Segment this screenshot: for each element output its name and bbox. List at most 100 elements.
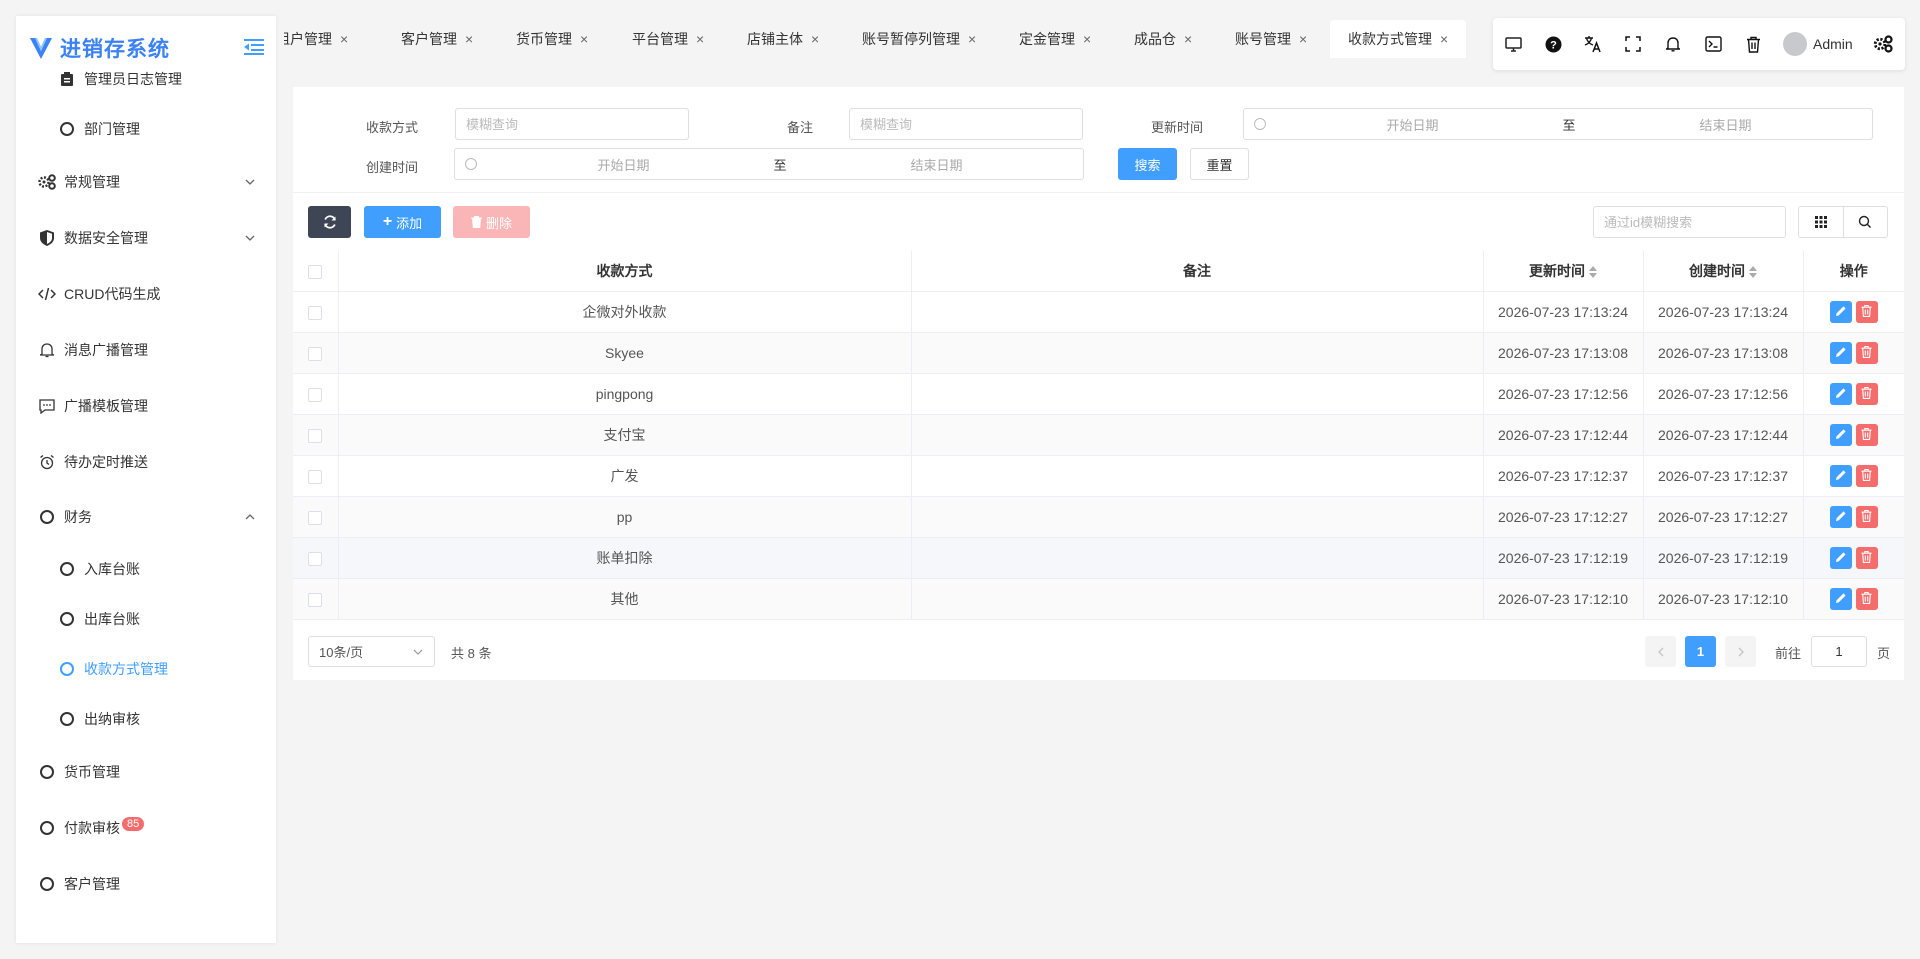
sidebar-item-payment-review[interactable]: 付款审核 85 — [16, 810, 276, 846]
settings-gears-icon[interactable] — [1873, 34, 1893, 54]
row-checkbox[interactable] — [293, 332, 339, 374]
columns-grid-icon[interactable] — [1799, 207, 1843, 237]
tab-tenant[interactable]: 租户管理 × — [284, 20, 348, 58]
sidebar-item-customer[interactable]: 客户管理 — [16, 866, 276, 902]
close-icon[interactable]: × — [580, 31, 588, 47]
close-icon[interactable]: × — [1184, 31, 1192, 47]
update-time-range[interactable]: 开始日期 至 结束日期 — [1243, 108, 1873, 140]
col-header-updated[interactable]: 更新时间 — [1483, 251, 1644, 292]
sidebar-item-inbound-ledger[interactable]: 入库台账 — [16, 551, 276, 587]
sidebar-item-todo-push[interactable]: 待办定时推送 — [16, 444, 276, 480]
id-search-box[interactable] — [1593, 206, 1786, 238]
edit-button[interactable] — [1829, 382, 1852, 405]
remark-field[interactable] — [860, 116, 1082, 132]
edit-button[interactable] — [1829, 423, 1852, 446]
add-button[interactable]: + 添加 — [364, 206, 441, 238]
monitor-icon[interactable] — [1503, 34, 1523, 54]
row-checkbox[interactable] — [293, 578, 339, 620]
row-checkbox[interactable] — [293, 455, 339, 497]
close-icon[interactable]: × — [1440, 31, 1448, 47]
sidebar-item-payment-method[interactable]: 收款方式管理 — [16, 651, 276, 687]
sidebar-item-finance[interactable]: 财务 — [16, 499, 276, 535]
sort-icon[interactable] — [1749, 266, 1757, 279]
sidebar-item-data-security[interactable]: 数据安全管理 — [16, 220, 276, 256]
edit-button[interactable] — [1829, 587, 1852, 610]
sidebar-item-general[interactable]: 常规管理 — [16, 164, 276, 200]
row-checkbox[interactable] — [293, 496, 339, 538]
sidebar-item-admin-log[interactable]: 管理员日志管理 — [16, 61, 276, 97]
sidebar-item-outbound-ledger[interactable]: 出库台账 — [16, 601, 276, 637]
delete-row-button[interactable] — [1855, 300, 1878, 323]
close-icon[interactable]: × — [1299, 31, 1307, 47]
search-button[interactable]: 搜索 — [1118, 148, 1177, 180]
goto-page-input[interactable]: 1 — [1811, 636, 1867, 667]
row-checkbox[interactable] — [293, 291, 339, 333]
tab-deposit[interactable]: 定金管理 × — [1019, 20, 1091, 58]
row-checkbox[interactable] — [293, 537, 339, 579]
sort-icon[interactable] — [1589, 266, 1597, 279]
delete-button[interactable]: 删除 — [453, 206, 530, 238]
delete-row-button[interactable] — [1855, 382, 1878, 405]
col-header-created[interactable]: 创建时间 — [1643, 251, 1804, 292]
delete-row-button[interactable] — [1855, 587, 1878, 610]
collapse-menu-icon[interactable] — [244, 38, 264, 56]
sidebar-item-broadcast[interactable]: 消息广播管理 — [16, 332, 276, 368]
close-icon[interactable]: × — [340, 31, 348, 47]
help-icon[interactable]: ? — [1543, 34, 1563, 54]
edit-button[interactable] — [1829, 464, 1852, 487]
close-icon[interactable]: × — [811, 31, 819, 47]
delete-row-button[interactable] — [1855, 505, 1878, 528]
end-date[interactable]: 结束日期 — [790, 155, 1083, 174]
prev-page-button[interactable] — [1645, 636, 1676, 667]
tab-finished-warehouse[interactable]: 成品仓 × — [1134, 20, 1192, 58]
tab-currency[interactable]: 货币管理 × — [516, 20, 588, 58]
chevron-left-icon — [1657, 647, 1663, 656]
trash-icon[interactable] — [1743, 34, 1763, 54]
start-date[interactable]: 开始日期 — [477, 155, 770, 174]
delete-row-button[interactable] — [1855, 341, 1878, 364]
delete-row-button[interactable] — [1855, 546, 1878, 569]
edit-button[interactable] — [1829, 300, 1852, 323]
method-input[interactable] — [455, 108, 689, 140]
terminal-icon[interactable] — [1703, 34, 1723, 54]
sidebar-item-broadcast-template[interactable]: 广播模板管理 — [16, 388, 276, 424]
translate-icon[interactable] — [1583, 34, 1603, 54]
tab-customer[interactable]: 客户管理 × — [401, 20, 473, 58]
fullscreen-icon[interactable] — [1623, 34, 1643, 54]
tab-store-entity[interactable]: 店铺主体 × — [747, 20, 819, 58]
page-size-select[interactable]: 10条/页 — [308, 636, 435, 667]
page-number[interactable]: 1 — [1685, 636, 1716, 667]
close-icon[interactable]: × — [696, 31, 704, 47]
edit-button[interactable] — [1829, 505, 1852, 528]
remark-input[interactable] — [849, 108, 1083, 140]
reset-button[interactable]: 重置 — [1190, 148, 1249, 180]
select-all-checkbox[interactable] — [293, 251, 339, 292]
sidebar-item-crud[interactable]: CRUD代码生成 — [16, 276, 276, 312]
row-checkbox[interactable] — [293, 373, 339, 415]
start-date[interactable]: 开始日期 — [1266, 115, 1559, 134]
close-icon[interactable]: × — [465, 31, 473, 47]
end-date[interactable]: 结束日期 — [1579, 115, 1872, 134]
delete-row-button[interactable] — [1855, 464, 1878, 487]
bell-icon[interactable] — [1663, 34, 1683, 54]
search-icon[interactable] — [1842, 207, 1888, 237]
user-menu[interactable]: Admin — [1783, 32, 1853, 56]
sidebar-item-currency[interactable]: 货币管理 — [16, 754, 276, 790]
method-field[interactable] — [466, 116, 688, 132]
tab-platform[interactable]: 平台管理 × — [632, 20, 704, 58]
edit-button[interactable] — [1829, 341, 1852, 364]
refresh-button[interactable] — [308, 206, 351, 238]
tab-account[interactable]: 账号管理 × — [1235, 20, 1307, 58]
created-time-range[interactable]: 开始日期 至 结束日期 — [454, 148, 1084, 180]
delete-row-button[interactable] — [1855, 423, 1878, 446]
next-page-button[interactable] — [1725, 636, 1756, 667]
tab-payment-method[interactable]: 收款方式管理 × — [1330, 20, 1467, 58]
sidebar-item-cashier-review[interactable]: 出纳审核 — [16, 701, 276, 737]
edit-button[interactable] — [1829, 546, 1852, 569]
close-icon[interactable]: × — [968, 31, 976, 47]
id-search-input[interactable] — [1604, 214, 1785, 230]
sidebar-item-department[interactable]: 部门管理 — [16, 111, 276, 147]
close-icon[interactable]: × — [1083, 31, 1091, 47]
tab-account-suspend[interactable]: 账号暂停列管理 × — [862, 20, 976, 58]
row-checkbox[interactable] — [293, 414, 339, 456]
